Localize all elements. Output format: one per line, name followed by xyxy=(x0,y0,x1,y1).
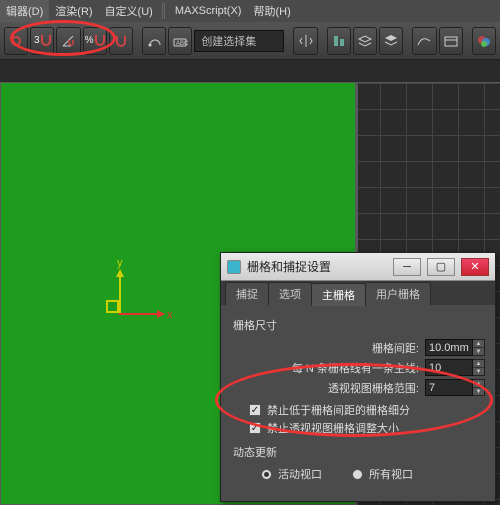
tab-snap[interactable]: 捕捉 xyxy=(225,282,269,305)
dialog-titlebar[interactable]: 栅格和捕捉设置 ─ ▢ ✕ xyxy=(221,253,495,281)
spinner-arrows-icon[interactable]: ▲▼ xyxy=(473,339,485,356)
magnet-icon xyxy=(41,34,51,48)
snap-toggle-button[interactable] xyxy=(4,27,28,55)
schematic-view-button[interactable] xyxy=(439,27,463,55)
mirror-button[interactable] xyxy=(293,27,317,55)
close-button[interactable]: ✕ xyxy=(461,258,489,276)
curve-editor-button[interactable] xyxy=(412,27,436,55)
persp-extent-spinner[interactable]: ▲▼ xyxy=(425,379,485,396)
menu-editor[interactable]: 辑器(D) xyxy=(0,0,49,22)
radio-icon xyxy=(352,469,363,480)
radio-active-viewport[interactable]: 活动视口 xyxy=(261,466,322,482)
axis-x-label: x xyxy=(167,309,173,321)
menu-grip xyxy=(162,3,166,19)
tab-options[interactable]: 选项 xyxy=(268,282,312,305)
persp-extent-input[interactable] xyxy=(425,379,473,396)
radio-all-viewports[interactable]: 所有视口 xyxy=(352,466,413,482)
dialog-tabs: 捕捉 选项 主栅格 用户栅格 xyxy=(221,281,495,305)
inhibit-subdiv-label: 禁止低于栅格间距的栅格细分 xyxy=(267,402,410,418)
material-editor-button[interactable] xyxy=(472,27,496,55)
main-toolbar: 3 % ABC xyxy=(0,22,500,60)
grid-size-group-label: 栅格尺寸 xyxy=(233,317,485,333)
percent-snap-button[interactable]: % xyxy=(83,27,107,55)
spinner-arrows-icon[interactable]: ▲▼ xyxy=(473,359,485,376)
nth-line-spinner[interactable]: ▲▼ xyxy=(425,359,485,376)
minimize-button[interactable]: ─ xyxy=(393,258,421,276)
inhibit-persp-resize-label: 禁止透视视图栅格调整大小 xyxy=(267,420,399,436)
dynamic-update-label: 动态更新 xyxy=(233,444,485,460)
spinner-snap-button[interactable] xyxy=(109,27,133,55)
percent-label: % xyxy=(85,35,94,46)
menu-maxscript[interactable]: MAXScript(X) xyxy=(169,0,248,22)
radio-icon xyxy=(261,469,272,480)
layers-button[interactable] xyxy=(353,27,377,55)
spinner-arrows-icon[interactable]: ▲▼ xyxy=(473,379,485,396)
menu-render[interactable]: 渲染(R) xyxy=(49,0,98,22)
dialog-title-text: 栅格和捕捉设置 xyxy=(247,258,331,275)
magnet-icon xyxy=(95,34,105,48)
menu-customize[interactable]: 自定义(U) xyxy=(99,0,159,22)
snap-3d-button[interactable]: 3 xyxy=(30,27,54,55)
edged-faces-button[interactable] xyxy=(142,27,166,55)
menu-help[interactable]: 帮助(H) xyxy=(247,0,296,22)
tab-user-grid[interactable]: 用户栅格 xyxy=(365,282,431,305)
inhibit-subdiv-checkbox[interactable]: ✓ xyxy=(249,404,261,416)
align-button[interactable] xyxy=(327,27,351,55)
named-selection-button[interactable]: ABC xyxy=(168,27,192,55)
radio-active-label: 活动视口 xyxy=(278,466,322,482)
maximize-button[interactable]: ▢ xyxy=(427,258,455,276)
grid-spacing-label: 栅格间距: xyxy=(372,340,419,356)
layer-manager-button[interactable] xyxy=(379,27,403,55)
inhibit-persp-resize-checkbox[interactable]: ✓ xyxy=(249,422,261,434)
grid-spacing-spinner[interactable]: ▲▼ xyxy=(425,339,485,356)
grid-snap-settings-dialog: 栅格和捕捉设置 ─ ▢ ✕ 捕捉 选项 主栅格 用户栅格 栅格尺寸 栅格间距: … xyxy=(220,252,496,502)
angle-snap-button[interactable] xyxy=(56,27,80,55)
selection-set-input[interactable] xyxy=(194,30,284,52)
svg-text:ABC: ABC xyxy=(176,41,188,47)
nth-line-label: 每 N 条栅格线有一条主线: xyxy=(292,360,419,376)
tab-home-grid[interactable]: 主栅格 xyxy=(311,283,366,306)
axis-y-label: y xyxy=(117,257,123,269)
angle-magnet-icon xyxy=(60,33,76,49)
grid-spacing-input[interactable] xyxy=(425,339,473,356)
snap-3-label: 3 xyxy=(34,35,40,46)
persp-extent-label: 透视视图栅格范围: xyxy=(328,380,419,396)
menu-bar: 辑器(D) 渲染(R) 自定义(U) MAXScript(X) 帮助(H) xyxy=(0,0,500,22)
nth-line-input[interactable] xyxy=(425,359,473,376)
dialog-body: 栅格尺寸 栅格间距: ▲▼ 每 N 条栅格线有一条主线: ▲▼ 透视视图栅格范围… xyxy=(221,305,495,490)
magnet-icon xyxy=(113,33,129,49)
dialog-app-icon xyxy=(227,260,241,274)
radio-all-label: 所有视口 xyxy=(369,466,413,482)
